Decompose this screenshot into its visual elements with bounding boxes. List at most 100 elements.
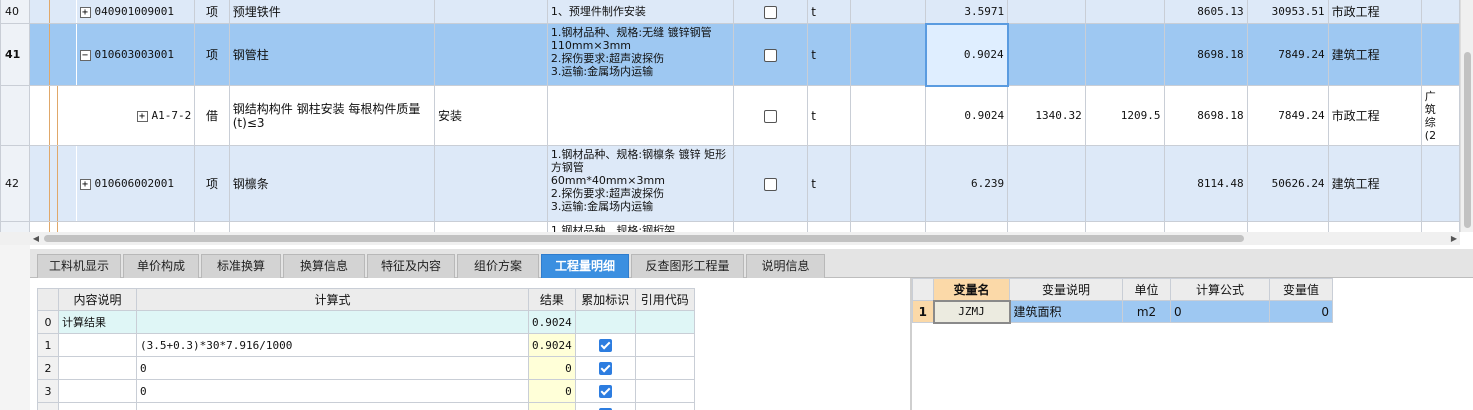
detail-accumulate-cell[interactable] bbox=[574, 310, 636, 334]
detail-row[interactable]: 0 计算结果 0.9024 bbox=[37, 310, 695, 334]
row-number: 42 bbox=[0, 145, 31, 222]
tab-description[interactable]: 说明信息 bbox=[746, 254, 825, 278]
detail-content[interactable] bbox=[58, 402, 137, 410]
item-code-cell[interactable]: −010603003001 bbox=[75, 23, 196, 86]
item-work-content[interactable] bbox=[433, 0, 548, 24]
tab-pricing-scheme[interactable]: 组价方案 bbox=[457, 254, 539, 278]
item-features[interactable] bbox=[546, 85, 734, 146]
tab-features-content[interactable]: 特征及内容 bbox=[367, 254, 455, 278]
detail-formula[interactable]: (3.5+0.3)*30*7.916/1000 bbox=[136, 333, 529, 357]
detail-row[interactable]: 1 (3.5+0.3)*30*7.916/1000 0.9024 bbox=[37, 333, 695, 357]
tab-standard-conversion[interactable]: 标准换算 bbox=[201, 254, 281, 278]
item-checkbox-cell[interactable] bbox=[732, 221, 809, 232]
expand-icon[interactable]: + bbox=[136, 110, 148, 122]
variables-panel: 变量名 变量说明 单位 计算公式 变量值 1 JZMJ 建筑面积 m2 0 0 bbox=[912, 278, 1473, 410]
tab-resource-display[interactable]: 工料机显示 bbox=[37, 254, 121, 278]
expand-icon[interactable]: + bbox=[79, 6, 91, 18]
detail-row[interactable]: 3 00 bbox=[37, 379, 695, 403]
item-work-content[interactable] bbox=[433, 145, 548, 222]
detail-accumulate-cell[interactable] bbox=[574, 333, 636, 357]
item-work-content[interactable] bbox=[433, 221, 548, 232]
item-work-content[interactable] bbox=[433, 23, 548, 86]
detail-formula[interactable]: 0 bbox=[136, 402, 529, 410]
tab-quantity-detail[interactable]: 工程量明细 bbox=[541, 254, 629, 278]
item-name[interactable]: 预埋铁件 bbox=[228, 0, 435, 24]
item-name[interactable]: 钢管柱 bbox=[228, 23, 435, 86]
variable-row[interactable]: 1 JZMJ 建筑面积 m2 0 0 bbox=[912, 299, 1333, 324]
item-name[interactable]: 钢檩条 bbox=[228, 145, 435, 222]
detail-content[interactable] bbox=[58, 379, 137, 403]
table-row[interactable]: 1.钢材品种、规格:钢桁架 bbox=[0, 221, 1460, 232]
detail-accumulate-cell[interactable] bbox=[574, 356, 636, 380]
item-code-cell[interactable]: +010606002001 bbox=[75, 145, 196, 222]
item-features[interactable]: 1、预埋件制作安装 bbox=[546, 0, 734, 24]
horizontal-scroll-thumb[interactable] bbox=[44, 235, 1244, 242]
item-checkbox-cell[interactable] bbox=[732, 145, 809, 222]
detail-header-accumulate: 累加标识 bbox=[574, 288, 636, 311]
scroll-right-arrow-icon[interactable]: ▶ bbox=[1448, 232, 1460, 245]
detail-formula[interactable] bbox=[136, 310, 529, 334]
table-row[interactable]: 42 +010606002001 项钢檩条 1.钢材品种、规格:钢檩条 镀锌 矩形方钢… bbox=[0, 145, 1460, 222]
item-quantity[interactable] bbox=[925, 221, 1009, 232]
item-checkbox[interactable] bbox=[763, 48, 777, 62]
vertical-scrollbar[interactable] bbox=[1460, 0, 1473, 232]
item-checkbox[interactable] bbox=[763, 177, 777, 191]
item-checkbox[interactable] bbox=[763, 5, 777, 19]
detail-formula[interactable]: 0 bbox=[136, 379, 529, 403]
var-header-desc: 变量说明 bbox=[1009, 278, 1123, 301]
item-name[interactable]: 钢结构构件 钢柱安装 每根构件质量(t)≤3 bbox=[228, 85, 435, 146]
accumulate-checkbox[interactable] bbox=[598, 338, 612, 352]
item-checkbox-cell[interactable] bbox=[732, 23, 809, 86]
table-row[interactable]: 40 +040901009001 项预埋铁件 1、预埋件制作安装 t 3.5971 8605… bbox=[0, 0, 1460, 24]
collapse-icon[interactable]: − bbox=[79, 49, 91, 61]
detail-row[interactable]: 2 00 bbox=[37, 356, 695, 380]
item-quantity[interactable]: 0.9024 bbox=[924, 22, 1009, 87]
item-checkbox[interactable] bbox=[763, 109, 777, 123]
item-labor-cost bbox=[1007, 23, 1086, 86]
detail-ref-code[interactable] bbox=[634, 356, 695, 380]
variable-desc[interactable]: 建筑面积 bbox=[1009, 300, 1123, 323]
item-quantity[interactable]: 0.9024 bbox=[925, 85, 1009, 146]
detail-formula[interactable]: 0 bbox=[136, 356, 529, 380]
detail-result: 0 bbox=[528, 402, 576, 410]
detail-ref-code[interactable] bbox=[634, 310, 695, 334]
variable-name[interactable]: JZMJ bbox=[932, 299, 1011, 324]
detail-accumulate-cell[interactable] bbox=[574, 402, 636, 410]
item-checkbox-cell[interactable] bbox=[732, 85, 809, 146]
item-name[interactable] bbox=[228, 221, 435, 232]
detail-ref-code[interactable] bbox=[634, 379, 695, 403]
accumulate-checkbox[interactable] bbox=[598, 361, 612, 375]
scroll-left-arrow-icon[interactable]: ◀ bbox=[30, 232, 42, 245]
tab-unit-price-composition[interactable]: 单价构成 bbox=[123, 254, 199, 278]
vertical-scroll-thumb[interactable] bbox=[1464, 52, 1471, 228]
detail-accumulate-cell[interactable] bbox=[574, 379, 636, 403]
detail-content[interactable] bbox=[58, 333, 137, 357]
item-code: 010603003001 bbox=[94, 48, 175, 61]
detail-content[interactable]: 计算结果 bbox=[58, 310, 137, 334]
item-quantity[interactable]: 3.5971 bbox=[925, 0, 1009, 24]
bill-items-grid[interactable]: 40 +040901009001 项预埋铁件 1、预埋件制作安装 t 3.5971 8605… bbox=[0, 0, 1460, 232]
accumulate-checkbox[interactable] bbox=[598, 384, 612, 398]
variable-formula[interactable]: 0 bbox=[1170, 300, 1270, 323]
variable-unit[interactable]: m2 bbox=[1122, 300, 1171, 323]
item-checkbox-cell[interactable] bbox=[732, 0, 809, 24]
detail-ref-code[interactable] bbox=[634, 333, 695, 357]
item-quantity[interactable]: 6.239 bbox=[925, 145, 1009, 222]
item-code-cell[interactable]: +040901009001 bbox=[75, 0, 196, 24]
item-work-content[interactable]: 安装 bbox=[433, 85, 548, 146]
table-row[interactable]: + A1-7-2 借钢结构构件 钢柱安装 每根构件质量(t)≤3 安装 t 0.9024 1… bbox=[0, 85, 1460, 146]
horizontal-scrollbar[interactable]: ◀ ▶ bbox=[30, 232, 1460, 245]
item-features[interactable]: 1.钢材品种、规格:无缝 镀锌钢管110mm×3mm 2.探伤要求:超声波探伤 … bbox=[546, 23, 734, 86]
tree-line bbox=[49, 24, 51, 85]
table-row[interactable]: 41−010603003001 项钢管柱 1.钢材品种、规格:无缝 镀锌钢管110m… bbox=[0, 22, 1460, 87]
detail-content[interactable] bbox=[58, 356, 137, 380]
item-features[interactable]: 1.钢材品种、规格:钢桁架 bbox=[546, 221, 734, 232]
detail-row[interactable]: 4 00 bbox=[37, 402, 695, 410]
expand-icon[interactable]: + bbox=[79, 178, 91, 190]
detail-ref-code[interactable] bbox=[634, 402, 695, 410]
item-code-cell[interactable]: + A1-7-2 bbox=[75, 85, 196, 146]
tab-reverse-graphic-quantity[interactable]: 反查图形工程量 bbox=[631, 254, 744, 278]
item-code-cell[interactable] bbox=[75, 221, 196, 232]
item-features[interactable]: 1.钢材品种、规格:钢檩条 镀锌 矩形方钢管 60mm*40mm×3mm 2.探… bbox=[546, 145, 734, 222]
tab-conversion-info[interactable]: 换算信息 bbox=[283, 254, 365, 278]
